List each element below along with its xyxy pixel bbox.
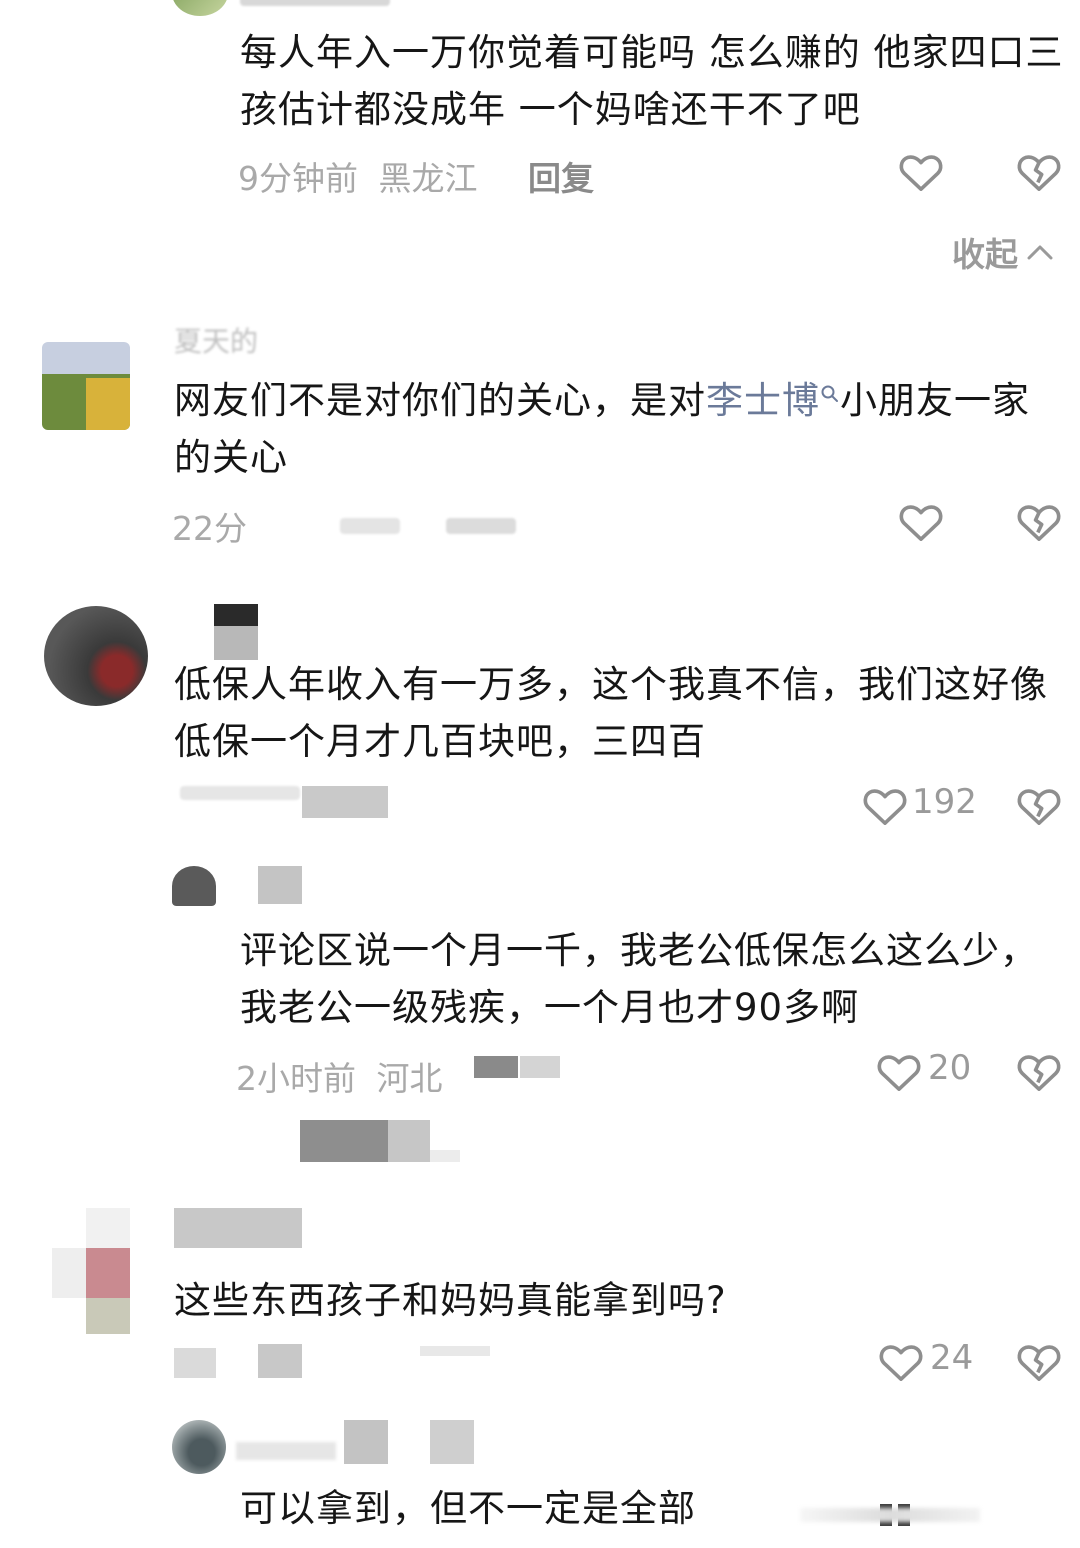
username-redacted — [240, 0, 390, 6]
reply-redacted — [474, 1056, 518, 1078]
collapse-label: 收起 — [952, 235, 1018, 274]
broken-heart-icon[interactable] — [1016, 500, 1062, 542]
expand-replies-redacted — [430, 1150, 460, 1162]
avatar[interactable] — [172, 1420, 226, 1474]
broken-heart-icon[interactable] — [1016, 1340, 1062, 1382]
heart-outline-icon[interactable] — [862, 784, 908, 826]
username-redacted — [258, 866, 302, 904]
broken-heart-icon[interactable] — [1016, 784, 1062, 826]
broken-heart-icon[interactable] — [1016, 150, 1062, 192]
comment-text: 低保人年收入有一万多，这个我真不信，我们这好像低保一个月才几百块吧，三四百 — [174, 663, 1048, 763]
comment-text-before: 网友们不是对你们的关心，是对 — [174, 379, 706, 422]
meta-redacted — [302, 786, 388, 818]
comment-meta: 2小时前 河北 — [236, 1052, 443, 1100]
username-redacted — [214, 604, 258, 626]
heart-outline-icon[interactable] — [878, 1340, 924, 1382]
comment-time: 22分 — [172, 509, 247, 548]
collapse-replies-button[interactable]: 收起 — [952, 228, 1054, 276]
location-redacted — [340, 518, 400, 534]
watermark — [800, 1500, 1060, 1530]
avatar[interactable] — [172, 866, 216, 906]
comment-location: 黑龙江 — [378, 159, 478, 198]
mention-link[interactable]: 李士博 — [706, 379, 820, 422]
avatar[interactable] — [44, 606, 148, 706]
avatar[interactable] — [42, 342, 130, 430]
comment-time: 9分钟前 — [238, 159, 358, 198]
meta-redacted — [174, 1348, 216, 1378]
comment-text: 可以拿到，但不一定是全部 — [240, 1487, 696, 1530]
comment-text: 评论区说一个月一千，我老公低保怎么这么少，我老公一级残疾，一个月也才90多啊 — [240, 929, 1038, 1029]
search-icon — [820, 384, 840, 404]
meta-redacted — [258, 1344, 302, 1378]
comment-time: 2小时前 — [236, 1059, 356, 1098]
heart-outline-icon[interactable] — [898, 150, 944, 192]
avatar[interactable] — [172, 0, 228, 16]
comment-text: 网友们不是对你们的关心，是对李士博 小朋友一家的关心 — [174, 372, 1064, 486]
like-count: 20 — [928, 1048, 972, 1088]
username-redacted — [174, 1208, 302, 1248]
comment-text: 每人年入一万你觉着可能吗 怎么赚的 他家四口三孩估计都没成年 一个妈啥还干不了吧 — [240, 31, 1064, 131]
heart-outline-icon[interactable] — [898, 500, 944, 542]
chevron-up-icon — [1026, 242, 1054, 262]
like-count: 192 — [912, 782, 977, 822]
username-redacted — [236, 1442, 336, 1460]
expand-replies-redacted — [388, 1120, 430, 1162]
broken-heart-icon[interactable] — [1016, 1050, 1062, 1092]
comment-meta: 9分钟前 黑龙江 — [238, 152, 478, 200]
username-redacted — [430, 1420, 474, 1464]
expand-replies-redacted[interactable] — [300, 1120, 388, 1162]
meta-redacted — [180, 786, 300, 800]
comment-text: 这些东西孩子和妈妈真能拿到吗? — [174, 1279, 727, 1322]
like-count: 24 — [930, 1338, 974, 1378]
reply-redacted — [520, 1056, 560, 1078]
meta-redacted — [420, 1346, 490, 1356]
reply-redacted — [446, 518, 516, 534]
reply-button[interactable]: 回复 — [528, 152, 594, 200]
username-redacted — [344, 1420, 388, 1464]
avatar[interactable] — [52, 1208, 130, 1334]
username[interactable]: 夏天的 — [174, 320, 258, 360]
comment-location: 河北 — [376, 1059, 443, 1098]
heart-outline-icon[interactable] — [876, 1050, 922, 1092]
